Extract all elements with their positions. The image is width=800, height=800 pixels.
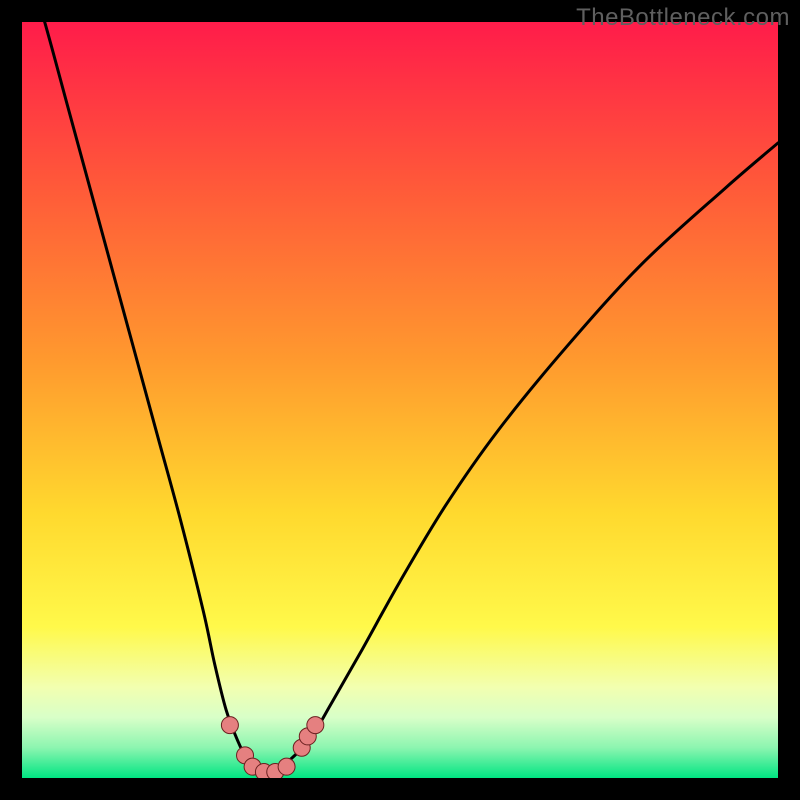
plot-svg xyxy=(22,22,778,778)
data-marker xyxy=(278,758,295,775)
chart-frame: TheBottleneck.com xyxy=(0,0,800,800)
data-marker xyxy=(307,717,324,734)
gradient-bg xyxy=(22,22,778,778)
plot-area xyxy=(22,22,778,778)
watermark-text: TheBottleneck.com xyxy=(576,4,790,32)
data-marker xyxy=(221,717,238,734)
